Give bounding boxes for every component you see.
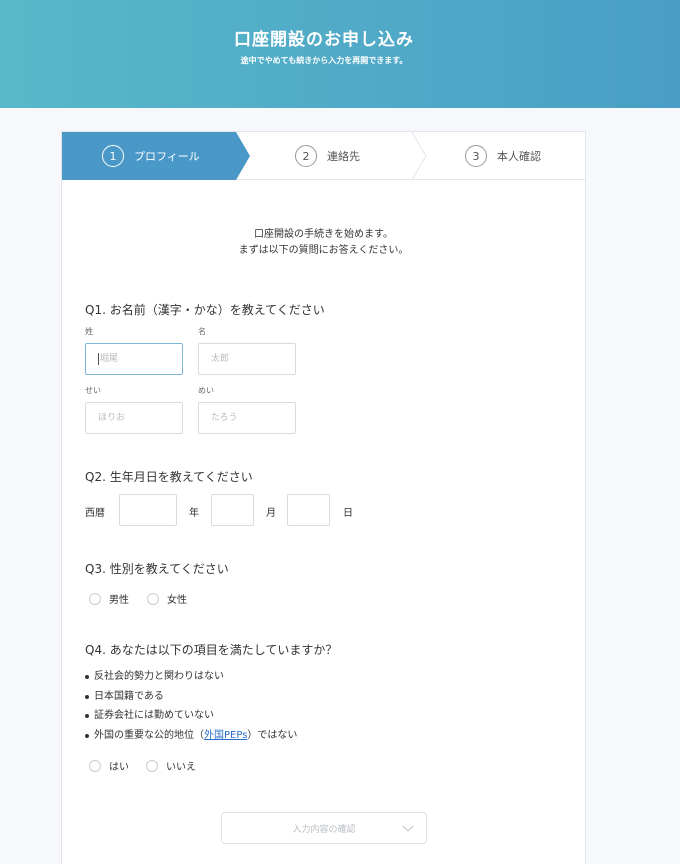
page-subtitle: 途中でやめても続きから入力を再開できます。 xyxy=(240,56,408,65)
chevron-right-icon xyxy=(411,132,427,180)
step-profile[interactable]: 1 プロフィール xyxy=(62,132,250,180)
intro-line: 口座開設の手続きを始めます。 xyxy=(254,229,393,240)
radio-label: 男性 xyxy=(109,595,129,606)
radio-circle xyxy=(146,759,158,772)
step-contact[interactable]: 2 連絡先 xyxy=(295,132,360,180)
text-caret xyxy=(98,352,99,365)
item4-suffix: ）ではない xyxy=(247,729,298,741)
gender-female-radio[interactable]: 女性 xyxy=(147,591,187,606)
step-identity[interactable]: 3 本人確認 xyxy=(465,132,541,180)
month-label: 月 xyxy=(266,508,276,519)
page-title: 口座開設のお申し込み xyxy=(234,30,414,50)
sei-kana-input[interactable]: ほりお xyxy=(85,402,183,434)
birth-day-input[interactable] xyxy=(287,494,330,526)
list-item: 外国の重要な公的地位（外国PEPs）ではない xyxy=(84,726,297,746)
mei-input[interactable]: 太郎 xyxy=(198,343,296,375)
chevron-down-icon xyxy=(402,825,414,832)
mei-kana-input[interactable]: たろう xyxy=(198,402,296,434)
confirm-button[interactable]: 入力内容の確認 xyxy=(221,812,427,844)
q3-title: Q3. 性別を教えてください xyxy=(85,562,229,576)
radio-circle xyxy=(89,759,101,772)
q1-title: Q1. お名前（漢字・かな）を教えてください xyxy=(85,303,325,317)
q2-title: Q2. 生年月日を教えてください xyxy=(85,470,253,484)
step-label: プロフィール xyxy=(134,150,200,163)
step-number: 1 xyxy=(102,145,124,167)
radio-circle xyxy=(89,592,101,605)
sei-input[interactable]: 堀尾 xyxy=(85,343,183,375)
sei-label: 姓 xyxy=(85,327,93,336)
mei-kana-placeholder: たろう xyxy=(211,413,238,423)
intro-text: 口座開設の手続きを始めます。 まずは以下の質問にお答えください。 xyxy=(62,227,585,259)
form-card: 1 プロフィール 2 連絡先 3 本人確認 口座開設の手続きを始めます。 まずは… xyxy=(61,131,586,864)
confirm-label: 入力内容の確認 xyxy=(292,824,356,835)
day-label: 日 xyxy=(343,508,353,519)
progress-steps: 1 プロフィール 2 連絡先 3 本人確認 xyxy=(62,132,585,180)
sei-kana-placeholder: ほりお xyxy=(98,413,126,423)
mei-placeholder: 太郎 xyxy=(211,354,230,364)
list-item: 日本国籍である xyxy=(84,687,297,707)
step-label: 連絡先 xyxy=(327,150,360,163)
gender-male-radio[interactable]: 男性 xyxy=(89,591,129,606)
header-banner: 口座開設のお申し込み 途中でやめても続きから入力を再開できます。 xyxy=(0,0,680,108)
era-label: 西暦 xyxy=(85,508,105,519)
radio-label: はい xyxy=(109,762,129,773)
birth-month-input[interactable] xyxy=(211,494,254,526)
q4-no-radio[interactable]: いいえ xyxy=(146,758,196,773)
step-label: 本人確認 xyxy=(497,150,541,163)
intro-line: まずは以下の質問にお答えください。 xyxy=(238,245,409,256)
year-label: 年 xyxy=(189,508,199,519)
sei-kana-label: せい xyxy=(85,386,101,395)
q4-yes-radio[interactable]: はい xyxy=(89,758,129,773)
requirements-list: 反社会的勢力と関わりはない 日本国籍である 証券会社には勤めていない 外国の重要… xyxy=(84,667,297,745)
radio-label: いいえ xyxy=(166,762,196,773)
step-number: 3 xyxy=(465,145,487,167)
birth-year-input[interactable] xyxy=(119,494,177,526)
radio-label: 女性 xyxy=(167,595,187,606)
list-item: 証券会社には勤めていない xyxy=(84,706,297,726)
radio-circle xyxy=(147,592,159,605)
mei-kana-label: めい xyxy=(198,386,214,395)
sei-placeholder: 堀尾 xyxy=(100,354,119,364)
mei-label: 名 xyxy=(198,327,206,336)
item4-prefix: 外国の重要な公的地位（ xyxy=(94,729,204,741)
peps-link[interactable]: 外国PEPs xyxy=(204,730,247,741)
q4-title: Q4. あなたは以下の項目を満たしていますか？ xyxy=(85,643,338,657)
step-number: 2 xyxy=(295,145,317,167)
list-item: 反社会的勢力と関わりはない xyxy=(84,667,297,687)
